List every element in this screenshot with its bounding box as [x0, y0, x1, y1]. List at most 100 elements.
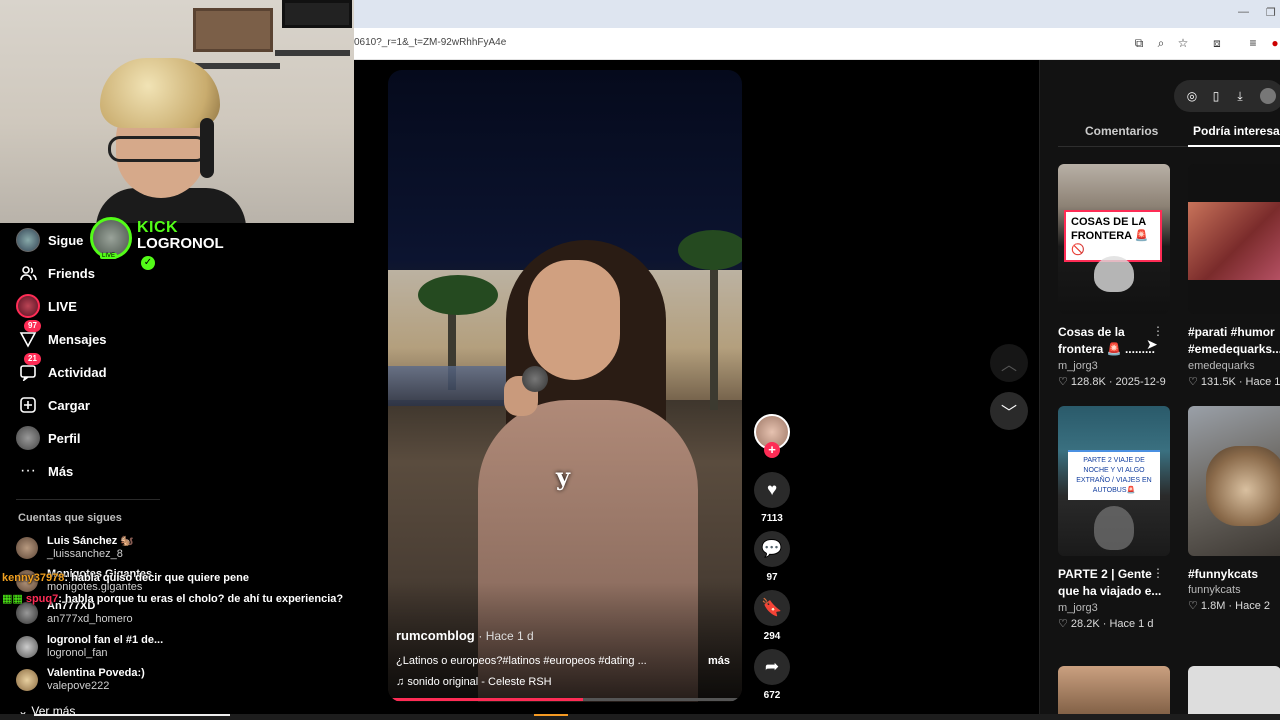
- restore-icon[interactable]: ❐: [1266, 6, 1276, 19]
- video-thumbnail[interactable]: PARTE 2 VIAJE DE NOCHE Y VI ALGO EXTRAÑO…: [1058, 406, 1170, 556]
- streamer-webcam: [0, 0, 354, 223]
- follow-name: logronol fan el #1 de...: [47, 634, 164, 646]
- avatar-icon: [16, 228, 40, 252]
- shelf: [275, 50, 350, 56]
- video-sound[interactable]: ♫ sonido original - Celeste RSH: [396, 676, 552, 688]
- nav-item-more[interactable]: ··· Más: [16, 459, 73, 483]
- comment-icon: 💬: [761, 539, 783, 558]
- cast-icon[interactable]: ⧉: [1132, 36, 1146, 50]
- live-icon: [16, 294, 40, 318]
- friends-icon: [16, 261, 40, 285]
- card-meta: ♡ 128.8K · 2025-12-9: [1058, 376, 1166, 388]
- nav-item-activity[interactable]: 21 Actividad: [16, 353, 107, 384]
- nav-label: Cargar: [48, 397, 90, 413]
- card-user[interactable]: m_jorg3: [1058, 602, 1098, 614]
- chat-message: kenny37978: habla quiso decir que quiere…: [2, 572, 249, 584]
- music-note-icon: ♫: [396, 676, 405, 688]
- nav-item-profile[interactable]: Perfil: [16, 426, 81, 450]
- live-tag: LIVE: [100, 253, 118, 259]
- nav-label: Actividad: [48, 364, 107, 380]
- tab-comments[interactable]: Comentarios: [1085, 124, 1158, 138]
- messages-icon: 97: [16, 320, 41, 351]
- video-thumbnail[interactable]: [1188, 406, 1280, 556]
- nav-item-messages[interactable]: 97 Mensajes: [16, 320, 107, 351]
- follow-name: Luis Sánchez 🐿️: [47, 535, 135, 547]
- user-avatar-icon[interactable]: [1260, 88, 1276, 104]
- tab-recommended[interactable]: Podría interesarte: [1193, 124, 1280, 138]
- card-title[interactable]: #parati #humor #emedequarks...: [1188, 324, 1280, 358]
- profile-icon: [16, 426, 40, 450]
- more-options-icon[interactable]: ⋮: [1152, 566, 1164, 580]
- mouse-cursor-icon: ➤: [1146, 336, 1158, 352]
- address-bar[interactable]: 0610?_r=1&_t=ZM-92wRhhFyA4e ⧉ ⌕ ☆ ⧈ ≡ ●: [354, 28, 1280, 60]
- following-item[interactable]: Luis Sánchez 🐿️ _luissanchez_8: [16, 533, 134, 563]
- nav-label: Más: [48, 463, 74, 479]
- avatar: [16, 669, 38, 691]
- video-thumbnail[interactable]: [1188, 164, 1280, 314]
- video-thumbnail[interactable]: [1188, 666, 1280, 720]
- nav-label: Perfil: [48, 430, 81, 446]
- like-button[interactable]: ♥: [754, 472, 790, 508]
- heart-icon: ♥: [766, 480, 778, 499]
- follow-name: Valentina Poveda:): [47, 667, 145, 679]
- nav-item-live[interactable]: LIVE: [16, 294, 77, 318]
- avatar: [16, 636, 38, 658]
- panel-toolbar: ◎ ▯ ⤓: [1174, 80, 1280, 112]
- card-user[interactable]: emedequarks: [1188, 360, 1255, 372]
- previous-video-button[interactable]: ︿: [990, 344, 1028, 382]
- nav-label: Friends: [48, 265, 95, 281]
- share-icon: ➦: [764, 657, 780, 676]
- save-button[interactable]: 🔖: [754, 590, 790, 626]
- like-count: 7113: [761, 513, 783, 524]
- follow-handle: logronol_fan: [47, 647, 108, 659]
- minimize-icon[interactable]: —: [1238, 6, 1249, 18]
- video-description: ¿Latinos o europeos?#latinos #europeos #…: [396, 655, 647, 667]
- device-icon[interactable]: ▯: [1208, 88, 1224, 104]
- download-icon[interactable]: ⤓: [1232, 88, 1248, 104]
- streamer-name: LOGRONOL✓: [137, 235, 224, 270]
- nav-item-upload[interactable]: Cargar: [16, 393, 90, 417]
- nav-label: Mensajes: [48, 331, 107, 347]
- comment-count: 97: [766, 572, 778, 583]
- extensions-icon[interactable]: ⧈: [1210, 36, 1224, 50]
- bookmark-icon: 🔖: [761, 598, 783, 617]
- video-thumbnail[interactable]: [1058, 666, 1170, 720]
- video-thumbnail[interactable]: COSAS DE LA FRONTERA 🚨🚫: [1058, 164, 1170, 314]
- bookmark-star-icon[interactable]: ☆: [1176, 36, 1190, 50]
- compass-icon[interactable]: ◎: [1184, 88, 1200, 104]
- progress-fill: [388, 698, 583, 701]
- microphone: [522, 366, 548, 392]
- card-meta: ♡ 1.8M · Hace 2: [1188, 600, 1271, 612]
- share-button[interactable]: ➦: [754, 649, 790, 685]
- divider: [16, 499, 160, 500]
- comment-button[interactable]: 💬: [754, 531, 790, 567]
- avatar: [16, 602, 38, 624]
- share-count: 672: [763, 690, 781, 701]
- verified-icon: ✓: [141, 256, 155, 270]
- url-text[interactable]: 0610?_r=1&_t=ZM-92wRhhFyA4e: [354, 37, 506, 48]
- card-meta: ♡ 131.5K · Hace 1: [1188, 376, 1280, 388]
- nav-item-friends[interactable]: Friends: [16, 261, 95, 285]
- following-item[interactable]: Valentina Poveda:) valepove222: [16, 665, 145, 695]
- video-player[interactable]: y rumcomblog · Hace 1 d ¿Latinos o europ…: [388, 70, 742, 702]
- card-user[interactable]: m_jorg3: [1058, 360, 1098, 372]
- card-meta: ♡ 28.2K · Hace 1 d: [1058, 618, 1154, 630]
- media-icon[interactable]: ≡: [1246, 36, 1260, 50]
- follow-button[interactable]: +: [764, 442, 780, 458]
- card-title[interactable]: #funnykcats: [1188, 566, 1280, 583]
- card-user[interactable]: funnykcats: [1188, 584, 1241, 596]
- wall-frame: [193, 8, 273, 52]
- zoom-icon[interactable]: ⌕: [1154, 36, 1168, 50]
- video-caption: y: [556, 462, 570, 491]
- following-item[interactable]: logronol fan el #1 de... logronol_fan: [16, 632, 163, 662]
- wall-tv: [282, 0, 352, 28]
- video-author[interactable]: rumcomblog · Hace 1 d: [396, 628, 534, 643]
- follow-handle: _luissanchez_8: [47, 548, 123, 560]
- upload-icon: [16, 393, 40, 417]
- next-video-button[interactable]: ﹀: [990, 392, 1028, 430]
- nav-item-following[interactable]: Sigue: [16, 228, 83, 252]
- more-link[interactable]: más: [708, 655, 730, 667]
- following-title: Cuentas que sigues: [18, 512, 122, 524]
- profile-icon[interactable]: ●: [1268, 36, 1280, 50]
- video-progress-bar[interactable]: [388, 698, 742, 701]
